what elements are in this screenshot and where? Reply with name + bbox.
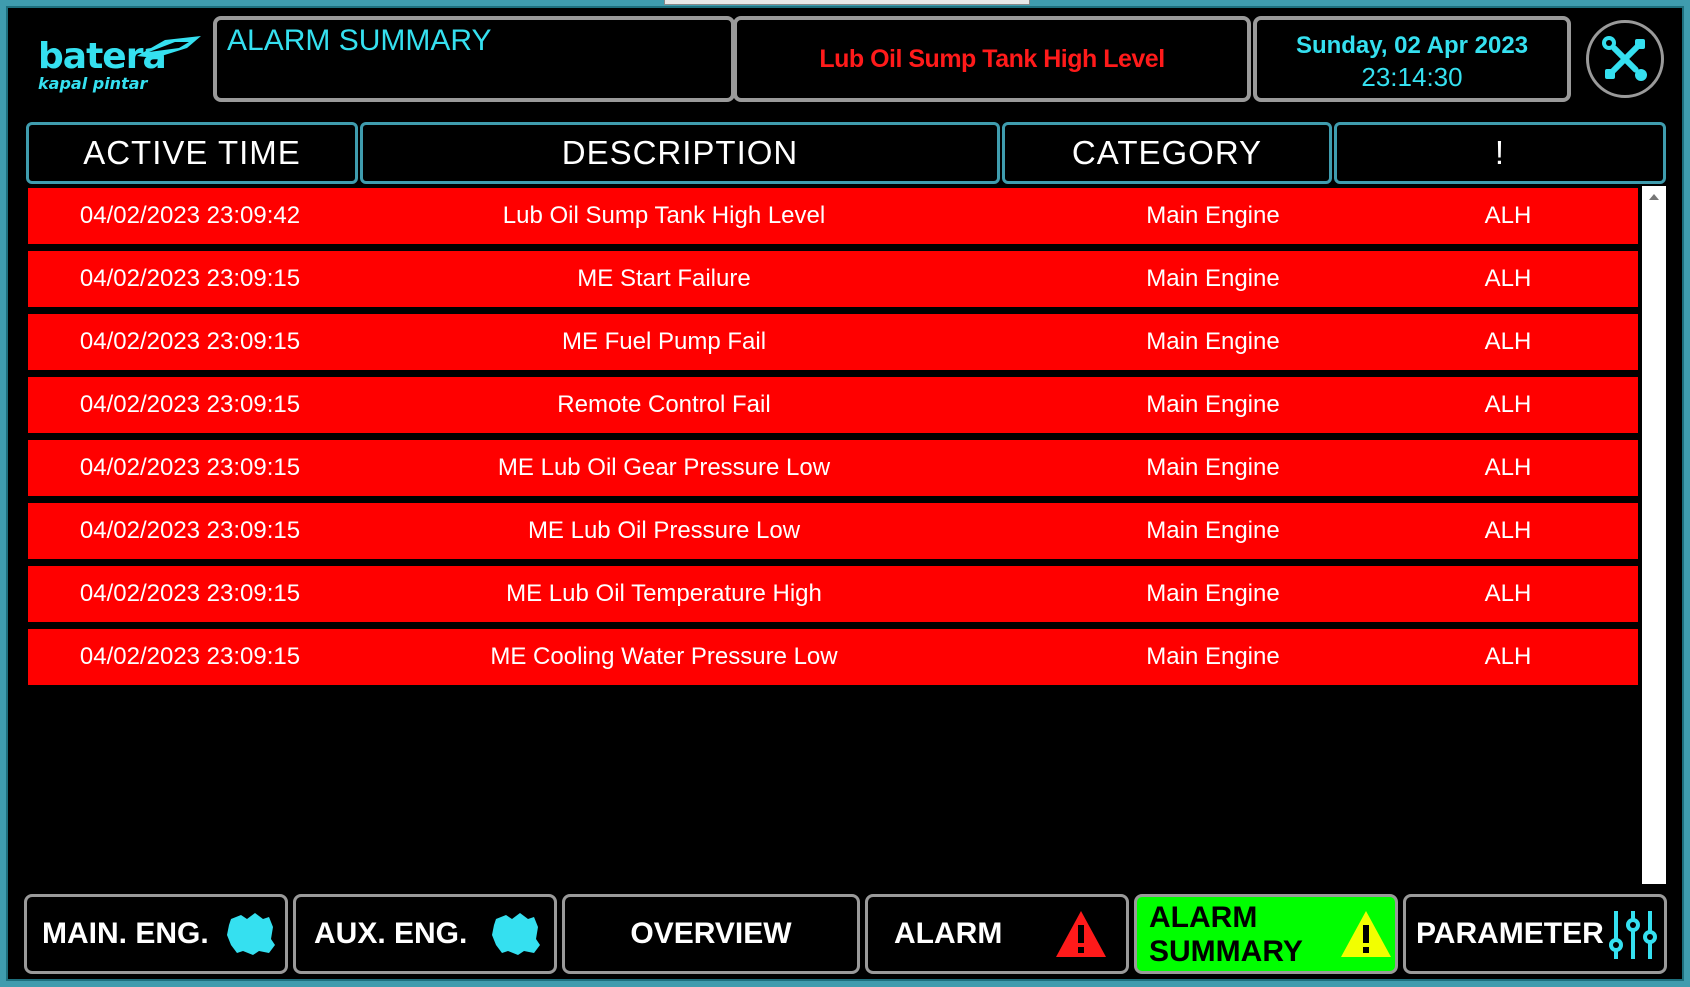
cell-active-time: 04/02/2023 23:09:15 xyxy=(79,265,301,292)
table-scrollbar[interactable] xyxy=(1642,186,1666,884)
date-text: Sunday, 02 Apr 2023 xyxy=(1295,32,1529,59)
logo-sub-text: kapal pintar xyxy=(38,74,148,93)
column-header-active-time[interactable]: ACTIVE TIME xyxy=(26,122,358,184)
cell-description: ME Cooling Water Pressure Low xyxy=(490,643,838,670)
cell-active-time: 04/02/2023 23:09:15 xyxy=(79,454,301,481)
window-top-strip xyxy=(664,0,1030,5)
tools-icon xyxy=(1602,36,1647,81)
nav-alarm-label: ALARM xyxy=(894,917,1003,950)
nav-main-engine-button[interactable]: MAIN. ENG. xyxy=(24,894,288,974)
engine-icon xyxy=(492,913,540,955)
nav-alarm-button[interactable]: ALARM xyxy=(865,894,1129,974)
table-row[interactable]: 04/02/2023 23:09:15 Remote Control Fail … xyxy=(28,377,1638,433)
table-row[interactable]: 04/02/2023 23:09:15 ME Lub Oil Gear Pres… xyxy=(28,440,1638,496)
cell-description: ME Lub Oil Pressure Low xyxy=(527,517,801,544)
sliders-icon xyxy=(1609,911,1657,959)
cell-description: ME Lub Oil Gear Pressure Low xyxy=(497,454,831,481)
cell-active-time: 04/02/2023 23:09:15 xyxy=(79,391,301,418)
table-row[interactable]: 04/02/2023 23:09:15 ME Lub Oil Pressure … xyxy=(28,503,1638,559)
cell-active-time: 04/02/2023 23:09:15 xyxy=(79,517,301,544)
current-alarm-text: Lub Oil Sump Tank High Level xyxy=(819,45,1165,73)
alarm-table: 04/02/2023 23:09:42 Lub Oil Sump Tank Hi… xyxy=(28,188,1638,692)
cell-flag: ALH xyxy=(1484,454,1532,481)
cell-active-time: 04/02/2023 23:09:15 xyxy=(79,328,301,355)
datetime-box: Sunday, 02 Apr 2023 23:14:30 xyxy=(1253,16,1571,102)
nav-overview-button[interactable]: OVERVIEW xyxy=(562,894,860,974)
nav-parameter-button[interactable]: PARAMETER xyxy=(1403,894,1667,974)
cell-flag: ALH xyxy=(1484,391,1532,418)
cell-active-time: 04/02/2023 23:09:42 xyxy=(79,202,301,229)
cell-flag: ALH xyxy=(1484,517,1532,544)
boat-logo-icon xyxy=(137,36,201,58)
scroll-up-arrow-icon[interactable] xyxy=(1649,194,1659,200)
engine-icon xyxy=(227,913,275,955)
cell-active-time: 04/02/2023 23:09:15 xyxy=(79,580,301,607)
cell-flag: ALH xyxy=(1484,580,1532,607)
column-header-flag[interactable]: ! xyxy=(1334,122,1666,184)
cell-flag: ALH xyxy=(1484,202,1532,229)
table-row[interactable]: 04/02/2023 23:09:15 ME Cooling Water Pre… xyxy=(28,629,1638,685)
settings-button[interactable] xyxy=(1586,20,1664,98)
nav-overview-label: OVERVIEW xyxy=(630,917,792,950)
table-row[interactable]: 04/02/2023 23:09:42 Lub Oil Sump Tank Hi… xyxy=(28,188,1638,244)
column-header-category[interactable]: CATEGORY xyxy=(1002,122,1332,184)
nav-aux-engine-button[interactable]: AUX. ENG. xyxy=(293,894,557,974)
current-alarm-box: Lub Oil Sump Tank High Level xyxy=(733,16,1251,102)
cell-flag: ALH xyxy=(1484,265,1532,292)
column-header-description[interactable]: DESCRIPTION xyxy=(360,122,1000,184)
nav-alarm-summary-label: ALARM SUMMARY xyxy=(1149,901,1303,969)
page-title: ALARM SUMMARY xyxy=(227,24,492,57)
nav-main-engine-label: MAIN. ENG. xyxy=(42,917,209,950)
nav-aux-engine-label: AUX. ENG. xyxy=(314,917,468,950)
warning-icon xyxy=(1056,911,1106,957)
nav-alarm-summary-button[interactable]: ALARM SUMMARY xyxy=(1134,894,1398,974)
nav-parameter-label: PARAMETER xyxy=(1416,917,1604,950)
nav-alarm-summary-line1: ALARM xyxy=(1149,901,1258,934)
page-title-box: ALARM SUMMARY xyxy=(213,16,735,102)
table-row[interactable]: 04/02/2023 23:09:15 ME Lub Oil Temperatu… xyxy=(28,566,1638,622)
cell-active-time: 04/02/2023 23:09:15 xyxy=(79,643,301,670)
warning-icon xyxy=(1341,911,1391,957)
time-text: 23:14:30 xyxy=(1361,62,1463,92)
cell-description: Lub Oil Sump Tank High Level xyxy=(502,202,826,229)
table-row[interactable]: 04/02/2023 23:09:15 ME Start Failure Mai… xyxy=(28,251,1638,307)
table-row[interactable]: 04/02/2023 23:09:15 ME Fuel Pump Fail Ma… xyxy=(28,314,1638,370)
cell-description: ME Lub Oil Temperature High xyxy=(506,580,822,607)
cell-flag: ALH xyxy=(1484,328,1532,355)
cell-flag: ALH xyxy=(1484,643,1532,670)
cell-description: ME Fuel Pump Fail xyxy=(561,328,767,355)
nav-alarm-summary-line2: SUMMARY xyxy=(1149,935,1303,968)
batera-logo: batera kapal pintar xyxy=(30,36,201,98)
cell-description: ME Start Failure xyxy=(577,265,751,292)
cell-description: Remote Control Fail xyxy=(557,391,771,418)
